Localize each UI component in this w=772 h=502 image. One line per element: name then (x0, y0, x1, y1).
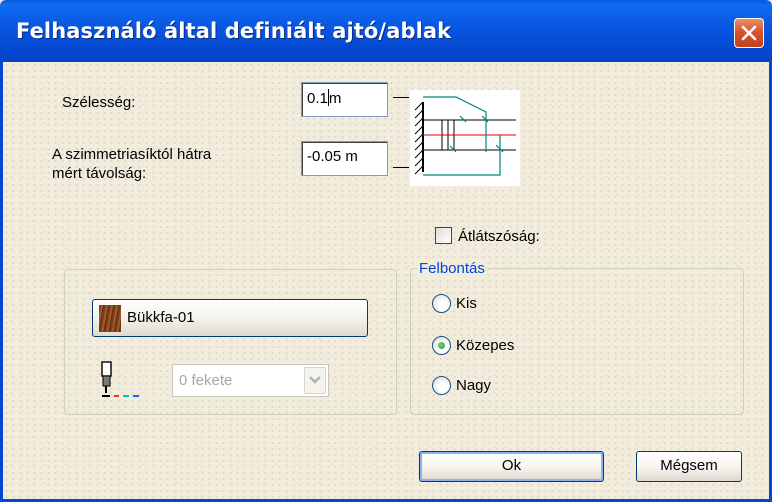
resolution-option-kozepes-label: Közepes (456, 337, 515, 354)
resolution-legend: Felbontás (417, 260, 487, 277)
pen-select-value: 0 fekete (179, 372, 233, 389)
radio-selected-dot (438, 342, 445, 349)
pen-select-dropdown-button[interactable] (304, 367, 326, 394)
ok-button[interactable]: Ok (419, 451, 604, 482)
width-input[interactable]: 0.1m (301, 82, 388, 117)
distance-label-line1: A szimmetriasíktól hátra (52, 146, 212, 163)
distance-connector-line (393, 167, 409, 168)
distance-value: -0.05 m (307, 148, 358, 165)
window-title: Felhasználó által definiált ajtó/ablak (16, 19, 452, 43)
close-button[interactable] (734, 18, 764, 48)
resolution-option-kis-label: Kis (456, 295, 477, 312)
width-connector-line (393, 97, 409, 98)
chevron-down-icon (309, 376, 321, 384)
resolution-radio-kozepes[interactable] (432, 336, 451, 355)
wood-texture-swatch (99, 305, 121, 332)
cancel-button[interactable]: Mégsem (636, 451, 742, 482)
width-unit: m (328, 90, 342, 107)
material-button[interactable]: Bükkfa-01 (92, 299, 368, 337)
transparency-label: Átlátszóság: (458, 228, 540, 245)
transparency-checkbox[interactable] (435, 227, 452, 244)
door-window-diagram-icon (410, 90, 520, 186)
resolution-radio-nagy[interactable] (432, 376, 451, 395)
width-value: 0.1 (307, 90, 328, 107)
distance-input[interactable]: -0.05 m (301, 141, 388, 176)
material-label: Bükkfa-01 (127, 309, 195, 326)
pen-select[interactable]: 0 fekete (172, 364, 329, 397)
width-label: Szélesség: (62, 94, 136, 111)
close-icon (741, 25, 757, 41)
resolution-radio-kis[interactable] (432, 294, 451, 313)
title-bar: Felhasználó által definiált ajtó/ablak (0, 0, 772, 62)
resolution-option-nagy-label: Nagy (456, 377, 492, 394)
pen-icon (101, 361, 139, 397)
distance-label-line2: mért távolság: (52, 165, 147, 182)
